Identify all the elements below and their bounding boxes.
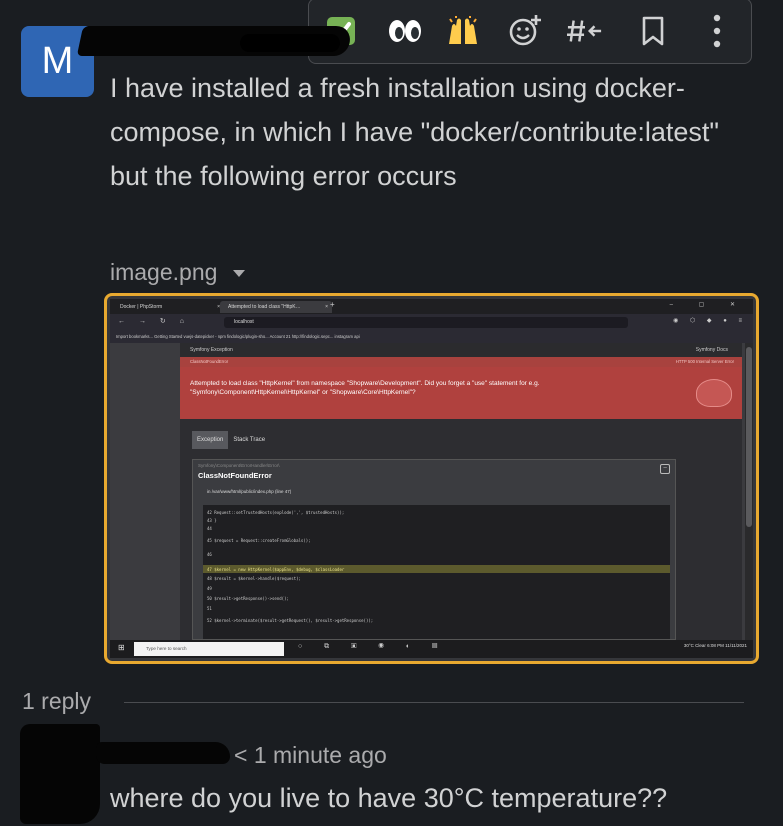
browser-extension-icons: ◉ ⬡ ◆ ● ≡ <box>673 318 747 324</box>
ghost-icon <box>696 379 732 407</box>
bookmark-icon[interactable] <box>635 13 671 49</box>
browser-scrollbar <box>745 343 753 640</box>
more-actions-icon[interactable] <box>699 13 735 49</box>
symfony-status-bar: ClassNotFoundError HTTP 500 Internal Ser… <box>180 357 742 367</box>
windows-start-icon: ⊞ <box>118 643 125 652</box>
code-snippet: 42 Request::setTrustedHosts(explode(',',… <box>203 505 670 639</box>
thread-divider <box>124 702 744 703</box>
taskbar-tray: 30°C Clear 6:08 PM 11/11/2021 <box>683 643 747 648</box>
browser-tab-active: Attempted to load class "HttpK… × <box>220 301 332 313</box>
exception-tabs: Exception Stack Trace <box>192 431 270 449</box>
redacted-reply-avatar <box>20 724 100 824</box>
windows-taskbar: ⊞ Type here to search ○ ⧉ ▣ ◉ ◐ ▤ 30°C C… <box>110 640 753 658</box>
exception-card: Symfony\Component\ErrorHandler\Error\ Cl… <box>192 459 676 640</box>
raised-hands-emoji-icon[interactable] <box>445 13 481 49</box>
reply-timestamp[interactable]: < 1 minute ago <box>234 742 387 769</box>
thread-reply-count[interactable]: 1 reply <box>22 688 91 720</box>
browser-tab: Docker | PhpStorm × <box>120 304 220 310</box>
bookmarks-bar: Import bookmarks... Getting Started vuej… <box>110 331 753 343</box>
taskbar-search: Type here to search <box>134 642 284 656</box>
message-actions-toolbar <box>308 0 752 64</box>
browser-nav-bar: ← → ↻ ⌂ localhost ◉ ⬡ ◆ ● ≡ <box>110 314 753 331</box>
message-text: I have installed a fresh installation us… <box>110 73 719 191</box>
error-message: Attempted to load class "HttpKernel" fro… <box>190 380 540 396</box>
symfony-header: Symfony Exception Symfony Docs <box>180 343 742 357</box>
new-tab-icon: + <box>330 300 335 309</box>
chevron-down-icon[interactable] <box>233 269 246 277</box>
tab-exception: Exception <box>192 431 229 449</box>
attachment-header[interactable]: image.png <box>110 256 246 288</box>
collapse-icon: − <box>660 464 670 474</box>
browser-tab-bar: Docker | PhpStorm × Attempted to load cla… <box>110 299 753 314</box>
attachment-filename: image.png <box>110 258 218 285</box>
add-reaction-icon[interactable] <box>507 13 543 49</box>
taskbar-app-icons: ○ ⧉ ▣ ◉ ◐ ▤ <box>298 643 448 650</box>
image-attachment[interactable]: Docker | PhpStorm × Attempted to load cla… <box>104 293 759 664</box>
redacted-reply-username <box>96 742 230 764</box>
symfony-exception-body: Exception Stack Trace Symfony\Component\E… <box>180 419 742 640</box>
eyes-emoji-icon[interactable] <box>387 13 423 49</box>
browser-nav-icons: ← → ↻ ⌂ <box>118 318 190 325</box>
reply-in-thread-icon[interactable] <box>567 13 603 49</box>
symfony-error-banner: Attempted to load class "HttpKernel" fro… <box>180 367 742 419</box>
tab-stack-trace: Stack Trace <box>233 437 266 443</box>
redacted-username-mark <box>240 34 340 52</box>
attached-browser-screenshot: Docker | PhpStorm × Attempted to load cla… <box>110 299 753 658</box>
browser-url-bar: localhost <box>224 317 628 328</box>
reply-text: where do you live to have 30°C temperatu… <box>110 783 668 813</box>
window-controls: ‒ ▢ ✕ <box>669 302 747 308</box>
